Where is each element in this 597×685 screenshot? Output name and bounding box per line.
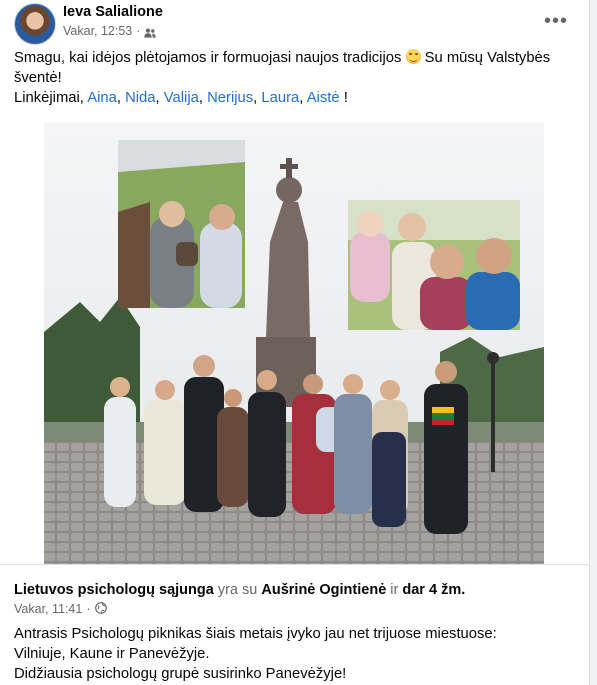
shared-post-attachment[interactable]: Lietuvos psichologų sąjunga yra su Aušri… xyxy=(0,564,589,685)
post-timestamp[interactable]: Vakar, 12:53 xyxy=(63,24,132,38)
globe-icon[interactable] xyxy=(94,602,107,616)
author-name[interactable]: Ieva Salialione xyxy=(63,4,163,20)
mention-separator: , xyxy=(253,90,258,106)
meta-separator: · xyxy=(136,24,141,38)
shared-post-header: Lietuvos psichologų sąjunga yra su Aušri… xyxy=(14,582,465,598)
mention-separator: , xyxy=(155,90,160,106)
inset-photo-right xyxy=(348,200,520,330)
shared-timestamp[interactable]: Vakar, 11:41 xyxy=(14,602,82,616)
mention-valija[interactable]: Valija xyxy=(164,90,199,106)
tagged-person[interactable]: Aušrinė Ogintienė xyxy=(261,582,386,598)
facebook-post: Ieva Salialione Vakar, 12:53 · ••• Smagu… xyxy=(0,0,590,685)
caption-text-end: Su mūsų Valstybės xyxy=(424,50,551,66)
friends-icon[interactable] xyxy=(144,27,157,38)
greeting-end: ! xyxy=(343,90,348,106)
caption-text: Smagu, kai idėjos plėtojamos ir formuoja… xyxy=(14,50,402,66)
shared-text-line: Didžiausia psichologų grupė susirinko Pa… xyxy=(14,666,347,682)
author-avatar[interactable] xyxy=(14,3,56,45)
mention-aiste[interactable]: Aistė xyxy=(307,90,340,106)
shared-page-name[interactable]: Lietuvos psichologų sąjunga xyxy=(14,582,214,598)
mention-nida[interactable]: Nida xyxy=(125,90,155,106)
meta-separator: · xyxy=(86,602,91,616)
post-caption: Smagu, kai idėjos plėtojamos ir formuoja… xyxy=(14,48,574,108)
tagged-others[interactable]: dar 4 žm. xyxy=(402,582,465,598)
shared-post-meta: Vakar, 11:41 · xyxy=(14,602,107,616)
and-text: ir xyxy=(390,582,399,598)
shared-text-line: Vilniuje, Kaune ir Panevėžyje. xyxy=(14,646,210,662)
mention-separator: , xyxy=(116,90,121,106)
post-meta: Vakar, 12:53 · xyxy=(63,24,157,38)
shared-text-line: Antrasis Psichologų piknikas šiais metai… xyxy=(14,626,497,642)
group-photo-collage xyxy=(0,122,589,564)
with-text: yra su xyxy=(217,582,258,598)
mention-nerijus[interactable]: Nerijus xyxy=(207,90,253,106)
mention-aina[interactable]: Aina xyxy=(87,90,117,106)
caption-text-2: šventė! xyxy=(14,70,62,86)
inset-photo-left xyxy=(118,140,245,308)
mention-separator: , xyxy=(299,90,304,106)
smiling-face-emoji-icon xyxy=(405,49,421,64)
mention-laura[interactable]: Laura xyxy=(261,90,299,106)
shared-post-text: Antrasis Psichologų piknikas šiais metai… xyxy=(14,624,574,684)
greeting-text: Linkėjimai, xyxy=(14,90,84,106)
post-photo[interactable] xyxy=(0,122,589,564)
more-options-button[interactable]: ••• xyxy=(541,6,571,36)
mention-separator: , xyxy=(198,90,203,106)
